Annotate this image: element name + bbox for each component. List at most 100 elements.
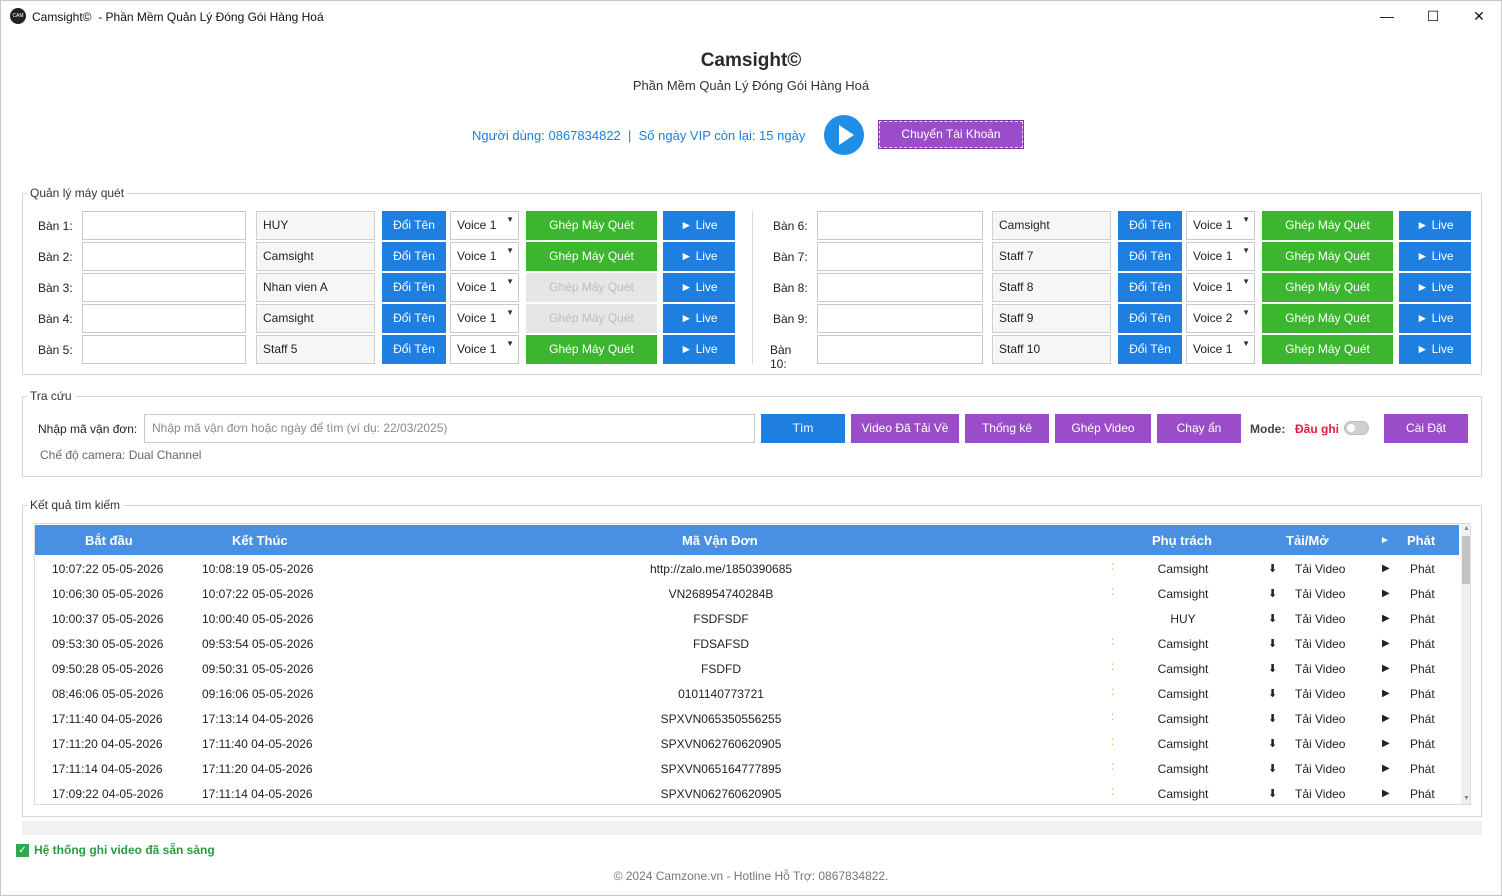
rename-button[interactable]: Đổi Tên xyxy=(382,335,446,364)
download-icon[interactable]: ⬇ xyxy=(1268,637,1277,650)
scanner-input[interactable] xyxy=(817,335,983,364)
minimize-button[interactable]: — xyxy=(1364,1,1410,32)
voice-select[interactable]: Voice 1 ▼ xyxy=(1186,242,1255,271)
play-icon[interactable]: ▶ xyxy=(1382,713,1390,724)
scanner-input[interactable] xyxy=(82,335,246,364)
run-hidden-button[interactable]: Chạy ẩn xyxy=(1157,414,1241,443)
download-video-link[interactable]: Tải Video xyxy=(1295,637,1345,651)
switch-account-button[interactable]: Chuyển Tài Khoản xyxy=(878,120,1024,149)
col-start[interactable]: Bắt đầu xyxy=(85,533,133,548)
download-video-link[interactable]: Tải Video xyxy=(1295,562,1345,576)
col-owner[interactable]: Phụ trách xyxy=(1152,533,1212,548)
scanner-input[interactable] xyxy=(82,242,246,271)
download-icon[interactable]: ⬇ xyxy=(1268,612,1277,625)
voice-select[interactable]: Voice 1 ▼ xyxy=(450,242,519,271)
col-play[interactable]: Phát xyxy=(1407,533,1435,548)
pair-scanner-button[interactable]: Ghép Máy Quét xyxy=(1262,211,1393,240)
merge-video-button[interactable]: Ghép Video xyxy=(1055,414,1151,443)
scroll-down-icon[interactable]: ▼ xyxy=(1463,795,1470,802)
download-icon[interactable]: ⬇ xyxy=(1268,587,1277,600)
rename-button[interactable]: Đổi Tên xyxy=(382,304,446,333)
voice-select[interactable]: Voice 1 ▼ xyxy=(1186,211,1255,240)
live-button[interactable]: ► Live xyxy=(663,273,735,302)
tracking-code-input[interactable]: Nhập mã vận đơn hoặc ngày để tìm (ví dụ:… xyxy=(144,414,755,443)
play-icon[interactable]: ▶ xyxy=(1382,688,1390,699)
voice-select[interactable]: Voice 1 ▼ xyxy=(1186,273,1255,302)
col-end[interactable]: Kết Thúc xyxy=(232,533,288,548)
live-button[interactable]: ► Live xyxy=(663,304,735,333)
col-download[interactable]: Tải/Mở xyxy=(1286,533,1328,548)
statistics-button[interactable]: Thống kê xyxy=(965,414,1049,443)
play-link[interactable]: Phát xyxy=(1410,587,1435,601)
download-video-link[interactable]: Tải Video xyxy=(1295,587,1345,601)
scanner-input[interactable] xyxy=(817,211,983,240)
download-video-link[interactable]: Tải Video xyxy=(1295,662,1345,676)
download-video-link[interactable]: Tải Video xyxy=(1295,687,1345,701)
pair-scanner-button[interactable]: Ghép Máy Quét xyxy=(1262,304,1393,333)
voice-select[interactable]: Voice 1 ▼ xyxy=(450,335,519,364)
play-link[interactable]: Phát xyxy=(1410,637,1435,651)
live-button[interactable]: ► Live xyxy=(1399,304,1471,333)
staff-name-field[interactable]: Staff 8 xyxy=(992,273,1111,302)
staff-name-field[interactable]: Camsight xyxy=(256,304,375,333)
live-button[interactable]: ► Live xyxy=(663,335,735,364)
table-row[interactable]: 10:07:22 05-05-2026 10:08:19 05-05-2026 … xyxy=(35,556,1459,581)
table-row[interactable]: 17:09:22 04-05-2026 17:11:14 04-05-2026 … xyxy=(35,781,1459,804)
download-video-link[interactable]: Tải Video xyxy=(1295,787,1345,801)
play-link[interactable]: Phát xyxy=(1410,662,1435,676)
download-icon[interactable]: ⬇ xyxy=(1268,662,1277,675)
table-row[interactable]: 09:53:30 05-05-2026 09:53:54 05-05-2026 … xyxy=(35,631,1459,656)
voice-select[interactable]: Voice 1 ▼ xyxy=(450,211,519,240)
download-icon[interactable]: ⬇ xyxy=(1268,762,1277,775)
scanner-input[interactable] xyxy=(82,211,246,240)
download-icon[interactable]: ⬇ xyxy=(1268,712,1277,725)
pair-scanner-button[interactable]: Ghép Máy Quét xyxy=(526,211,657,240)
download-video-link[interactable]: Tải Video xyxy=(1295,737,1345,751)
staff-name-field[interactable]: Staff 5 xyxy=(256,335,375,364)
rename-button[interactable]: Đổi Tên xyxy=(1118,211,1182,240)
rename-button[interactable]: Đổi Tên xyxy=(382,211,446,240)
play-icon[interactable]: ▶ xyxy=(1382,738,1390,749)
table-row[interactable]: 17:11:20 04-05-2026 17:11:40 04-05-2026 … xyxy=(35,731,1459,756)
play-link[interactable]: Phát xyxy=(1410,787,1435,801)
scanner-input[interactable] xyxy=(817,304,983,333)
table-row[interactable]: 10:06:30 05-05-2026 10:07:22 05-05-2026 … xyxy=(35,581,1459,606)
play-icon[interactable]: ▶ xyxy=(1382,563,1390,574)
table-row[interactable]: 08:46:06 05-05-2026 09:16:06 05-05-2026 … xyxy=(35,681,1459,706)
live-button[interactable]: ► Live xyxy=(1399,273,1471,302)
play-icon[interactable]: ▶ xyxy=(1382,613,1390,624)
voice-select[interactable]: Voice 1 ▼ xyxy=(450,273,519,302)
staff-name-field[interactable]: Staff 10 xyxy=(992,335,1111,364)
play-link[interactable]: Phát xyxy=(1410,737,1435,751)
rename-button[interactable]: Đổi Tên xyxy=(1118,335,1182,364)
play-link[interactable]: Phát xyxy=(1410,712,1435,726)
pair-scanner-button[interactable]: Ghép Máy Quét xyxy=(526,304,657,333)
close-button[interactable]: ✕ xyxy=(1456,1,1502,32)
play-link[interactable]: Phát xyxy=(1410,762,1435,776)
live-button[interactable]: ► Live xyxy=(1399,335,1471,364)
search-button[interactable]: Tìm xyxy=(761,414,845,443)
table-scrollbar[interactable]: ▲ ▼ xyxy=(1461,524,1470,804)
rename-button[interactable]: Đổi Tên xyxy=(382,273,446,302)
table-row[interactable]: 17:11:14 04-05-2026 17:11:20 04-05-2026 … xyxy=(35,756,1459,781)
col-tracking-code[interactable]: Mã Vận Đơn xyxy=(682,533,758,548)
download-video-link[interactable]: Tải Video xyxy=(1295,762,1345,776)
live-button[interactable]: ► Live xyxy=(1399,211,1471,240)
download-icon[interactable]: ⬇ xyxy=(1268,687,1277,700)
pair-scanner-button[interactable]: Ghép Máy Quét xyxy=(1262,273,1393,302)
scanner-input[interactable] xyxy=(817,242,983,271)
scanner-input[interactable] xyxy=(817,273,983,302)
download-icon[interactable]: ⬇ xyxy=(1268,562,1277,575)
voice-select[interactable]: Voice 2 ▼ xyxy=(1186,304,1255,333)
mode-toggle[interactable] xyxy=(1344,421,1369,435)
rename-button[interactable]: Đổi Tên xyxy=(1118,242,1182,271)
download-video-link[interactable]: Tải Video xyxy=(1295,712,1345,726)
table-row[interactable]: 10:00:37 05-05-2026 10:00:40 05-05-2026 … xyxy=(35,606,1459,631)
pair-scanner-button[interactable]: Ghép Máy Quét xyxy=(1262,335,1393,364)
staff-name-field[interactable]: Nhan vien A xyxy=(256,273,375,302)
play-icon[interactable] xyxy=(824,115,864,155)
table-row[interactable]: 09:50:28 05-05-2026 09:50:31 05-05-2026 … xyxy=(35,656,1459,681)
voice-select[interactable]: Voice 1 ▼ xyxy=(450,304,519,333)
pair-scanner-button[interactable]: Ghép Máy Quét xyxy=(526,273,657,302)
live-button[interactable]: ► Live xyxy=(1399,242,1471,271)
